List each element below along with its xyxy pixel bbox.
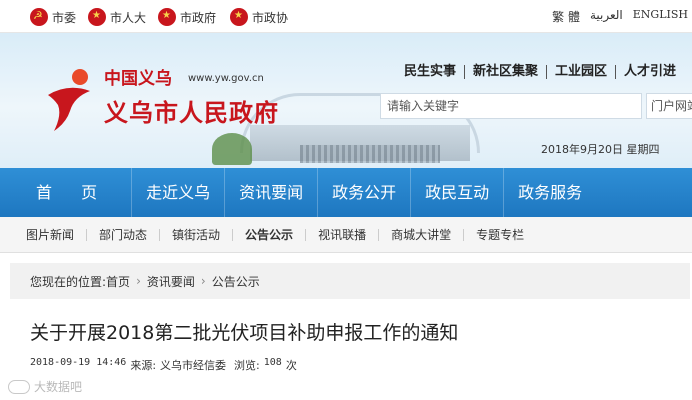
watermark-text: 大数据吧 bbox=[34, 380, 83, 394]
main-nav: 首 页 走近义乌 资讯要闻 政务公开 政民互动 政务服务 bbox=[0, 168, 692, 217]
breadcrumb-item-home[interactable]: 首页 bbox=[106, 273, 130, 290]
subnav-announcements[interactable]: 公告公示 bbox=[232, 228, 305, 241]
national-emblem-icon bbox=[88, 8, 106, 26]
breadcrumb-item-news[interactable]: 资讯要闻 bbox=[147, 273, 195, 290]
quick-link-talent[interactable]: 人才引进 bbox=[616, 65, 684, 79]
cppcc-emblem-icon bbox=[230, 8, 248, 26]
breadcrumb-item-announcements[interactable]: 公告公示 bbox=[212, 273, 260, 290]
subnav-lecture[interactable]: 商城大讲堂 bbox=[378, 228, 463, 241]
nav-services[interactable]: 政务服务 bbox=[503, 168, 596, 217]
quick-link-community[interactable]: 新社区集聚 bbox=[465, 65, 548, 79]
nav-interaction[interactable]: 政民互动 bbox=[410, 168, 503, 217]
article-title: 关于开展2018第二批光伏项目补助申报工作的通知 bbox=[30, 322, 459, 344]
watermark-logo-icon bbox=[8, 379, 30, 394]
current-date: 2018年9月20日 星期四 bbox=[541, 143, 660, 156]
quick-link-livelihood[interactable]: 民生实事 bbox=[404, 65, 466, 79]
breadcrumb-separator-icon: › bbox=[136, 274, 141, 288]
breadcrumb-prefix: 您现在的位置: bbox=[30, 274, 107, 289]
subnav-department-updates[interactable]: 部门动态 bbox=[86, 228, 159, 241]
link-city-government[interactable]: 市政府 bbox=[158, 7, 216, 27]
lang-arabic[interactable]: العربية bbox=[590, 8, 623, 25]
tree-image bbox=[212, 133, 252, 165]
sub-nav: 图片新闻 部门动态 镇街活动 公告公示 视讯联播 商城大讲堂 专题专栏 bbox=[0, 217, 692, 253]
subnav-town-activities[interactable]: 镇街活动 bbox=[159, 228, 232, 241]
logo-small-title: 中国义乌 bbox=[104, 69, 172, 89]
breadcrumb-separator-icon: › bbox=[200, 274, 206, 288]
article-views-count: 108 bbox=[263, 357, 282, 368]
link-cppcc[interactable]: 市政协 bbox=[230, 7, 288, 27]
language-switcher: 繁 體 العربية ENGLISH bbox=[552, 8, 688, 25]
link-peoples-congress[interactable]: 市人大 bbox=[88, 7, 146, 27]
lang-english[interactable]: ENGLISH bbox=[633, 8, 688, 25]
article-source: 义乌市经信委 bbox=[160, 359, 227, 372]
watermark: 大数据吧 bbox=[8, 378, 82, 395]
nav-news[interactable]: 资讯要闻 bbox=[224, 168, 317, 217]
crowd-image bbox=[300, 145, 440, 163]
site-title: 义乌市人民政府 bbox=[104, 99, 279, 127]
breadcrumb: 您现在的位置: 首页 › 资讯要闻 › 公告公示 bbox=[10, 263, 690, 299]
national-emblem-icon bbox=[158, 8, 176, 26]
subnav-photo-news[interactable]: 图片新闻 bbox=[0, 229, 86, 241]
link-label: 市政府 bbox=[180, 10, 217, 25]
link-label: 市政协 bbox=[252, 10, 289, 25]
link-party-committee[interactable]: 市委 bbox=[30, 7, 76, 27]
nav-government-affairs[interactable]: 政务公开 bbox=[317, 168, 410, 217]
quick-link-industrial-park[interactable]: 工业园区 bbox=[547, 65, 617, 79]
lang-traditional[interactable]: 繁 體 bbox=[552, 8, 580, 25]
article-views-unit: 次 bbox=[285, 359, 297, 372]
search-scope-select[interactable]: 门户网站 bbox=[646, 93, 692, 119]
logo-url: www.yw.gov.cn bbox=[188, 73, 264, 84]
top-bar: 市委 市人大 市政府 市政协 繁 體 العربية ENGLISH bbox=[0, 0, 692, 33]
link-label: 市人大 bbox=[110, 10, 147, 25]
party-emblem-icon bbox=[30, 8, 48, 26]
link-label: 市委 bbox=[52, 10, 77, 25]
nav-about-yiwu[interactable]: 走近义乌 bbox=[131, 168, 224, 217]
subnav-special-topics[interactable]: 专题专栏 bbox=[463, 228, 536, 241]
quick-links: 民生实事 新社区集聚 工业园区 人才引进 bbox=[404, 65, 684, 79]
header-banner: 中国义乌 www.yw.gov.cn 义乌市人民政府 民生实事 新社区集聚 工业… bbox=[0, 33, 692, 168]
nav-home[interactable]: 首 页 bbox=[0, 168, 131, 217]
subnav-video[interactable]: 视讯联播 bbox=[305, 228, 378, 241]
article-meta: 2018-09-19 14:46 来源: 义乌市经信委 浏览: 108 次 bbox=[30, 357, 297, 373]
article-source-label: 来源: bbox=[130, 359, 157, 372]
article-views-label: 浏览: bbox=[234, 359, 260, 372]
logo-mark-icon bbox=[48, 69, 90, 131]
article-datetime: 2018-09-19 14:46 bbox=[30, 357, 127, 368]
search-input[interactable]: 请输入关键字 bbox=[380, 93, 642, 119]
